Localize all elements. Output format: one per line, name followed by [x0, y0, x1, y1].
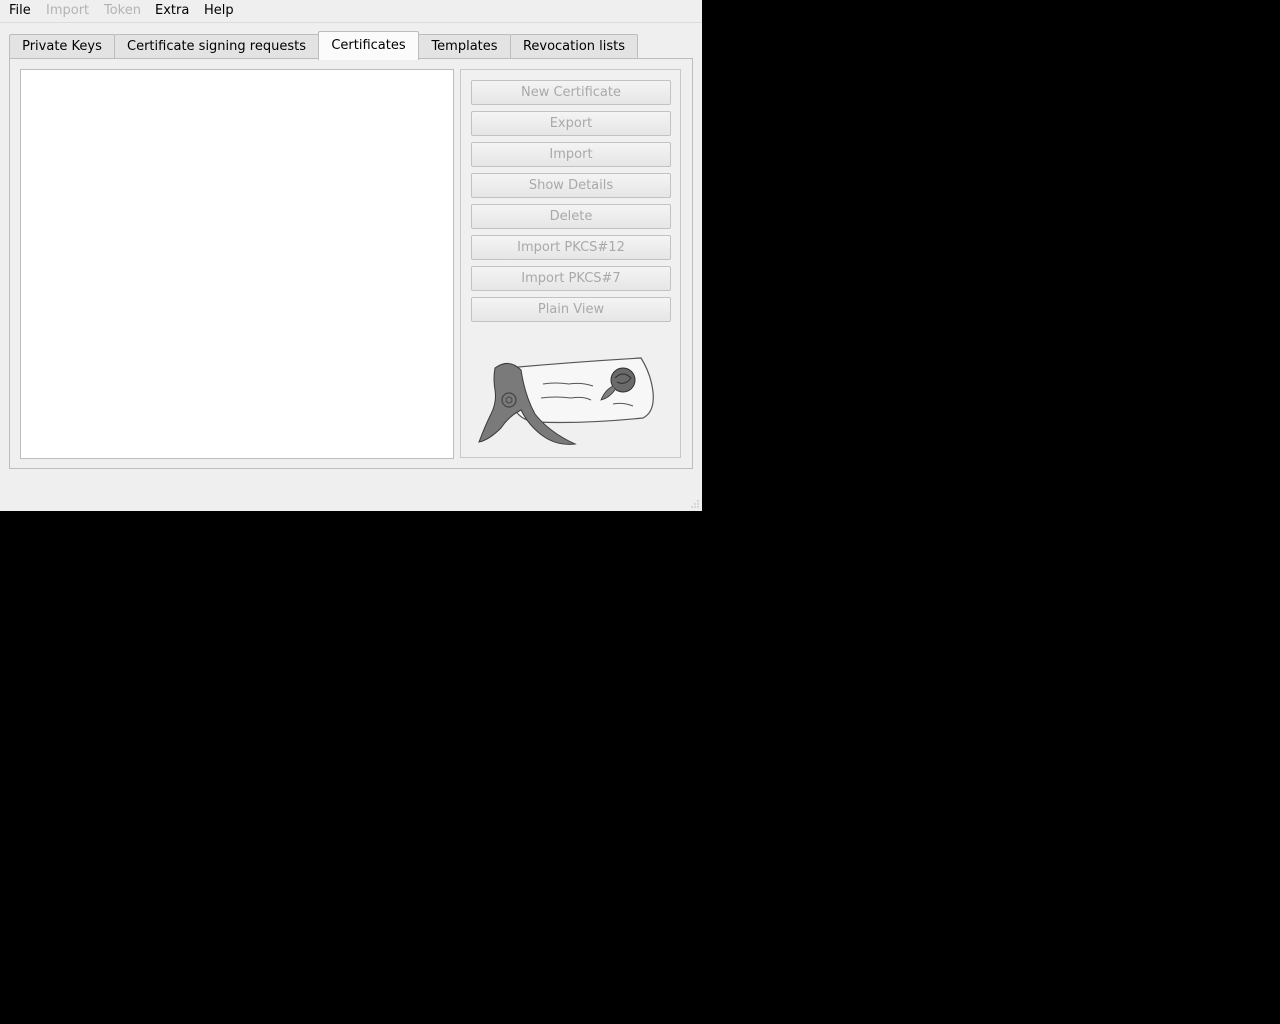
import-pkcs12-button[interactable]: Import PKCS#12: [471, 235, 671, 260]
tab-private-keys[interactable]: Private Keys: [9, 34, 115, 59]
new-certificate-button[interactable]: New Certificate: [471, 80, 671, 105]
resize-grip-icon[interactable]: [691, 500, 699, 508]
certificate-list[interactable]: [20, 69, 454, 459]
main-window: File Import Token Extra Help Private Key…: [0, 0, 702, 511]
tab-templates[interactable]: Templates: [418, 34, 511, 59]
menu-extra[interactable]: Extra: [155, 3, 189, 19]
menu-help[interactable]: Help: [204, 3, 234, 19]
tab-certificates[interactable]: Certificates: [318, 31, 419, 60]
tab-revocation-lists[interactable]: Revocation lists: [510, 34, 638, 59]
menu-token[interactable]: Token: [104, 3, 141, 19]
menu-import[interactable]: Import: [46, 3, 89, 19]
delete-button[interactable]: Delete: [471, 204, 671, 229]
import-pkcs7-button[interactable]: Import PKCS#7: [471, 266, 671, 291]
menu-bar: File Import Token Extra Help: [0, 0, 702, 23]
export-button[interactable]: Export: [471, 111, 671, 136]
import-button[interactable]: Import: [471, 142, 671, 167]
tab-certificate-signing-requests[interactable]: Certificate signing requests: [114, 34, 319, 59]
show-details-button[interactable]: Show Details: [471, 173, 671, 198]
certificates-panel: New Certificate Export Import Show Detai…: [9, 58, 693, 469]
plain-view-button[interactable]: Plain View: [471, 297, 671, 322]
certificate-actions: New Certificate Export Import Show Detai…: [460, 69, 681, 458]
scroll-rose-logo-icon: [478, 357, 654, 445]
menu-file[interactable]: File: [9, 3, 31, 19]
